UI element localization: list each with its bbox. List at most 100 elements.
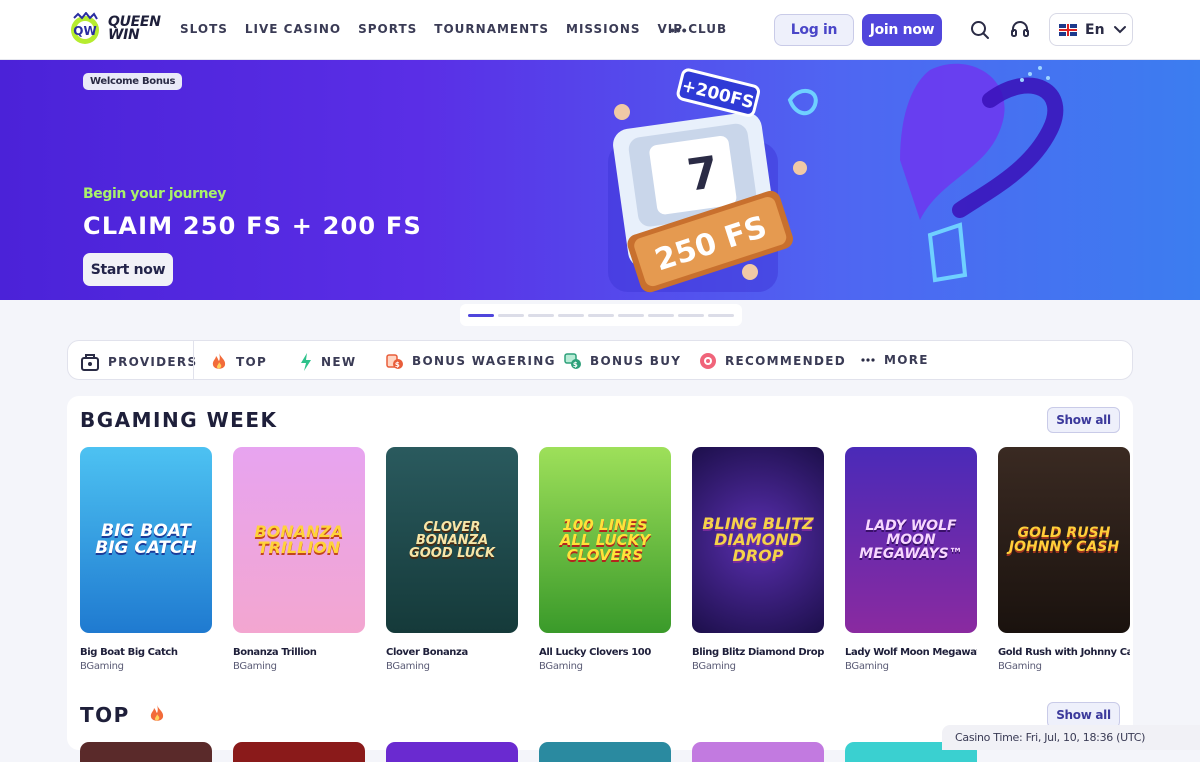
nav-tournaments[interactable]: TOURNAMENTS <box>434 22 549 36</box>
game-name: Lady Wolf Moon Megaways <box>845 647 977 658</box>
category-more[interactable]: MORE <box>860 352 929 368</box>
game-name: Bling Blitz Diamond Drop <box>692 647 824 658</box>
game-thumbnail[interactable]: BIG BOAT BIG CATCH <box>80 447 212 633</box>
game-thumbnail[interactable] <box>80 742 212 762</box>
game-card[interactable]: CLOVER BONANZA Good Luck Clover Bonanza … <box>386 447 518 672</box>
nav-missions[interactable]: MISSIONS <box>566 22 641 36</box>
carousel-dot[interactable] <box>528 313 554 317</box>
game-name: All Lucky Clovers 100 <box>539 647 651 658</box>
game-card[interactable]: 100 LINES ALL LUCKY CLOVERS All Lucky Cl… <box>539 447 671 672</box>
game-name: Gold Rush with Johnny Cash <box>998 647 1130 658</box>
providers-icon <box>81 354 99 371</box>
game-thumbnail[interactable]: Lady Wolf Moon MEGAWAYS™ <box>845 447 977 633</box>
carousel-dot[interactable] <box>678 313 704 317</box>
category-new[interactable]: NEW <box>299 352 356 372</box>
game-thumbnail[interactable] <box>539 742 671 762</box>
game-art-title: GOLD RUSH JOHNNY CASH <box>1008 525 1120 555</box>
game-thumbnail[interactable] <box>233 742 365 762</box>
game-thumbnail[interactable] <box>386 742 518 762</box>
main-nav: SLOTS LIVE CASINO SPORTS TOURNAMENTS MIS… <box>180 22 727 36</box>
carousel-dot[interactable] <box>708 313 734 317</box>
svg-text:$: $ <box>395 361 401 369</box>
login-button[interactable]: Log in <box>774 14 854 46</box>
game-thumbnail[interactable]: BONANZA TRILLION <box>233 447 365 633</box>
game-provider: BGaming <box>692 661 736 672</box>
game-name: Big Boat Big Catch <box>80 647 178 658</box>
start-now-button[interactable]: Start now <box>83 253 173 286</box>
game-card[interactable]: BLING BLITZ Diamond Drop Bling Blitz Dia… <box>692 447 824 672</box>
game-card[interactable]: BIG BOAT BIG CATCH Big Boat Big Catch BG… <box>80 447 212 672</box>
category-bar: PROVIDERS TOP NEW $ BONUS WAGERING $ BON… <box>67 340 1133 380</box>
category-bonus-wagering[interactable]: $ BONUS WAGERING <box>386 352 556 370</box>
category-divider <box>193 341 194 379</box>
carousel-dot[interactable] <box>618 313 644 317</box>
carousel-indicators <box>460 304 742 326</box>
search-icon[interactable] <box>968 18 992 42</box>
game-provider: BGaming <box>998 661 1042 672</box>
fire-icon <box>151 705 164 721</box>
carousel-dot[interactable] <box>648 313 674 317</box>
category-top-label: TOP <box>236 355 268 369</box>
logo[interactable]: QW QUEEN WIN <box>68 12 161 46</box>
category-providers[interactable]: PROVIDERS <box>80 352 197 372</box>
queen-win-logo-icon: QW <box>71 12 99 44</box>
category-recommended[interactable]: RECOMMENDED <box>699 352 846 370</box>
fire-icon <box>212 353 226 369</box>
hero-banner[interactable]: 7 250 FS +200FS Welcome Bonus Begin your… <box>0 60 1200 300</box>
bonus-buy-icon: $ <box>564 353 581 369</box>
category-top[interactable]: TOP <box>210 352 267 372</box>
nav-sports[interactable]: SPORTS <box>358 22 417 36</box>
language-selector[interactable]: En <box>1049 13 1133 46</box>
game-art-title: CLOVER BONANZA Good Luck <box>409 519 495 561</box>
game-art-title: BONANZA TRILLION <box>254 522 344 557</box>
banner-title: CLAIM 250 FS + 200 FS <box>83 212 422 240</box>
top-section-title: TOP <box>80 703 166 727</box>
site-header: QW QUEEN WIN SLOTS LIVE CASINO SPORTS TO… <box>0 0 1200 60</box>
game-card[interactable]: BONANZA TRILLION Bonanza Trillion BGamin… <box>233 447 365 672</box>
recommended-icon <box>700 353 716 369</box>
nav-live-casino[interactable]: LIVE CASINO <box>245 22 341 36</box>
game-card[interactable]: Lady Wolf Moon MEGAWAYS™ Lady Wolf Moon … <box>845 447 977 672</box>
uk-flag-icon <box>1059 23 1077 36</box>
language-label: En <box>1085 21 1105 38</box>
casino-time: Casino Time: Fri, Jul, 10, 18:36 (UTC) <box>942 725 1200 750</box>
join-now-button[interactable]: Join now <box>862 14 942 46</box>
category-new-label: NEW <box>321 355 357 369</box>
lightning-icon <box>301 353 311 371</box>
bgaming-week-section: BGAMING WEEK Show all BIG BOAT BIG CATCH… <box>67 396 1133 750</box>
svg-text:$: $ <box>573 361 579 369</box>
bonus-wagering-icon: $ <box>386 354 403 369</box>
nav-more-icon[interactable]: ••• <box>670 22 688 38</box>
game-thumbnail[interactable]: 100 LINES ALL LUCKY CLOVERS <box>539 447 671 633</box>
game-name: Clover Bonanza <box>386 647 468 658</box>
game-thumbnail[interactable]: BLING BLITZ Diamond Drop <box>692 447 824 633</box>
category-more-label: MORE <box>884 353 929 367</box>
nav-vip-club[interactable]: VIP CLUB <box>658 22 728 36</box>
logo-line2: WIN <box>108 27 140 43</box>
svg-text:QW: QW <box>73 24 96 38</box>
game-card[interactable]: GOLD RUSH JOHNNY CASH Gold Rush with Joh… <box>998 447 1130 672</box>
game-name: Bonanza Trillion <box>233 647 317 658</box>
game-thumbnail[interactable]: CLOVER BONANZA Good Luck <box>386 447 518 633</box>
carousel-dot[interactable] <box>558 313 584 317</box>
top-game-list <box>80 742 977 762</box>
nav-slots[interactable]: SLOTS <box>180 22 228 36</box>
category-providers-label: PROVIDERS <box>108 355 198 369</box>
show-all-button[interactable]: Show all <box>1047 407 1120 433</box>
welcome-bonus-badge: Welcome Bonus <box>83 73 183 90</box>
game-thumbnail[interactable]: GOLD RUSH JOHNNY CASH <box>998 447 1130 633</box>
game-provider: BGaming <box>845 661 889 672</box>
game-thumbnail[interactable] <box>692 742 824 762</box>
category-bonus-buy[interactable]: $ BONUS BUY <box>564 352 681 370</box>
support-headset-icon[interactable] <box>1008 18 1032 42</box>
chevron-down-icon <box>1113 25 1126 33</box>
game-art-title: Lady Wolf Moon MEGAWAYS™ <box>859 518 963 562</box>
game-provider: BGaming <box>80 661 124 672</box>
top-section-title-text: TOP <box>80 703 130 727</box>
game-art-title: BLING BLITZ Diamond Drop <box>702 514 814 565</box>
game-provider: BGaming <box>233 661 277 672</box>
carousel-dot[interactable] <box>468 313 494 317</box>
carousel-dot[interactable] <box>498 313 524 317</box>
more-icon <box>861 358 875 362</box>
carousel-dot[interactable] <box>588 313 614 317</box>
